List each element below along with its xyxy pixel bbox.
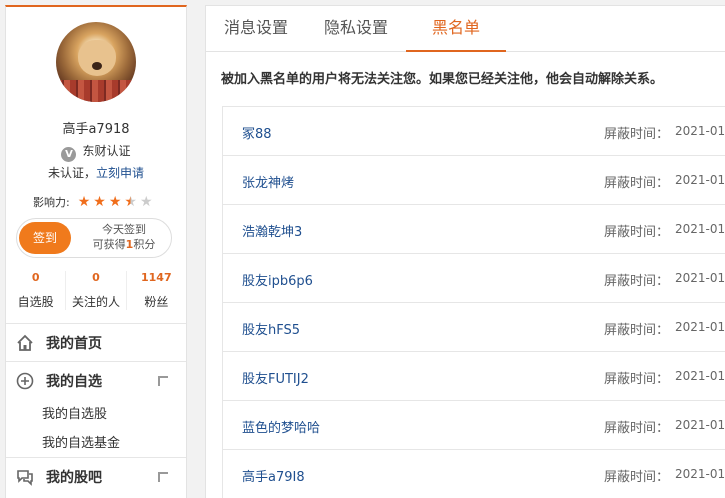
plus-circle-icon bbox=[16, 372, 34, 390]
verified-icon: V bbox=[61, 147, 77, 162]
blacklist-notice: 被加入黑名单的用户将无法关注您。如果您已经关注他，他会自动解除关系。 bbox=[221, 72, 664, 87]
stat-following[interactable]: 0 关注的人 bbox=[66, 271, 127, 310]
menu-watchlist: 我的自选 我的自选股 我的自选基金 bbox=[6, 361, 186, 458]
stat-fans[interactable]: 1147 粉丝 bbox=[127, 271, 186, 310]
block-time-value: 2021-01- bbox=[675, 418, 725, 432]
star-icon: ★ bbox=[108, 194, 122, 210]
blacklist-row: 浩瀚乾坤3 屏蔽时间： 2021-01- bbox=[223, 205, 725, 254]
blacklist-table: 冢88 屏蔽时间： 2021-01- 张龙神烤 屏蔽时间： 2021-01- 浩瀚乾坤3 屏蔽… bbox=[222, 106, 725, 498]
chat-icon bbox=[17, 470, 33, 486]
collapse-arrow-icon[interactable] bbox=[158, 376, 168, 386]
blacklist-username[interactable]: 冢88 bbox=[242, 123, 272, 142]
checkin-line1: 今天签到 bbox=[102, 223, 146, 236]
certification: V 东财认证 bbox=[6, 142, 186, 162]
block-time-label: 屏蔽时间： bbox=[604, 372, 670, 387]
settings-panel: 消息设置 隐私设置 黑名单 被加入黑名单的用户将无法关注您。如果您已经关注他，他… bbox=[205, 5, 725, 498]
menu-home-label: 我的首页 bbox=[46, 336, 102, 352]
avatar-face bbox=[78, 40, 116, 76]
tab-message-settings[interactable]: 消息设置 bbox=[206, 6, 306, 52]
menu-home[interactable]: 我的首页 bbox=[6, 323, 186, 362]
block-time-value: 2021-01- bbox=[675, 222, 725, 236]
blacklist-row: 冢88 屏蔽时间： 2021-01- bbox=[223, 107, 725, 156]
checkin-reward-text: 今天签到 可获得1积分 bbox=[79, 222, 169, 252]
block-time-label: 屏蔽时间： bbox=[604, 470, 670, 485]
block-time-label: 屏蔽时间： bbox=[604, 274, 670, 289]
block-time-label: 屏蔽时间： bbox=[604, 225, 670, 240]
blacklist-username[interactable]: 股友ipb6p6 bbox=[242, 270, 313, 289]
influence-label: 影响力: bbox=[33, 196, 70, 209]
menu-watchlist-stocks[interactable]: 我的自选股 bbox=[6, 400, 186, 429]
blacklist-row: 股友ipb6p6 屏蔽时间： 2021-01- bbox=[223, 254, 725, 303]
menu-home-head[interactable]: 我的首页 bbox=[6, 324, 186, 362]
blacklist-username[interactable]: 张龙神烤 bbox=[242, 172, 294, 191]
menu-forum: 我的股吧 bbox=[6, 457, 186, 496]
menu-forum-label: 我的股吧 bbox=[46, 470, 102, 486]
collapse-arrow-icon[interactable] bbox=[158, 472, 168, 482]
blacklist-username[interactable]: 蓝色的梦哈哈 bbox=[242, 417, 320, 436]
menu-watchlist-label: 我的自选 bbox=[46, 374, 102, 390]
blacklist-username[interactable]: 浩瀚乾坤3 bbox=[242, 221, 302, 240]
home-icon bbox=[17, 334, 33, 351]
influence-stars: ★ ★ ★ ★ ★ bbox=[78, 195, 153, 209]
avatar-blanket bbox=[56, 80, 136, 102]
block-time-label: 屏蔽时间： bbox=[604, 323, 670, 338]
blacklist-username[interactable]: 股友hFS5 bbox=[242, 319, 300, 338]
block-time-value: 2021-01- bbox=[675, 124, 725, 138]
blacklist-row: 张龙神烤 屏蔽时间： 2021-01- bbox=[223, 156, 725, 205]
checkin-line2: 可获得1积分 bbox=[92, 238, 156, 251]
blacklist-row: 股友FUTIJ2 屏蔽时间： 2021-01- bbox=[223, 352, 725, 401]
uncertified-label: 未认证， bbox=[47, 166, 96, 180]
blacklist-row: 蓝色的梦哈哈 屏蔽时间： 2021-01- bbox=[223, 401, 725, 450]
certification-label: 东财认证 bbox=[82, 144, 131, 158]
tab-privacy-settings[interactable]: 隐私设置 bbox=[306, 6, 406, 52]
profile-sidebar: 高手a7918 V 东财认证 未认证，立刻申请 影响力: ★ ★ ★ ★ ★ 签到 今天签… bbox=[5, 5, 187, 498]
blacklist-row: 高手a79I8 屏蔽时间： 2021-01- bbox=[223, 450, 725, 498]
influence-rating: 影响力: ★ ★ ★ ★ ★ bbox=[33, 194, 153, 210]
star-icon: ★ bbox=[124, 194, 137, 210]
checkin-button[interactable]: 签到 bbox=[19, 222, 71, 254]
menu-watchlist-funds[interactable]: 我的自选基金 bbox=[6, 429, 186, 458]
tab-blacklist[interactable]: 黑名单 bbox=[406, 6, 506, 52]
block-time-value: 2021-01- bbox=[675, 369, 725, 383]
uncertified-status: 未认证，立刻申请 bbox=[6, 164, 186, 181]
blacklist-username[interactable]: 高手a79I8 bbox=[242, 466, 305, 485]
blacklist-username[interactable]: 股友FUTIJ2 bbox=[242, 368, 309, 387]
menu-forum-head[interactable]: 我的股吧 bbox=[6, 458, 186, 496]
star-icon: ★ bbox=[93, 194, 106, 210]
menu-watchlist-head[interactable]: 我的自选 bbox=[6, 362, 186, 400]
block-time-value: 2021-01- bbox=[675, 320, 725, 334]
block-time-value: 2021-01- bbox=[675, 173, 725, 187]
apply-link[interactable]: 立刻申请 bbox=[96, 166, 144, 180]
block-time-label: 屏蔽时间： bbox=[604, 127, 670, 142]
user-stats: 0 自选股 0 关注的人 1147 粉丝 bbox=[6, 271, 186, 310]
settings-tabs: 消息设置 隐私设置 黑名单 bbox=[206, 6, 725, 52]
avatar-nose bbox=[92, 62, 102, 70]
block-time-value: 2021-01- bbox=[675, 271, 725, 285]
block-time-label: 屏蔽时间： bbox=[604, 421, 670, 436]
avatar[interactable] bbox=[56, 22, 136, 102]
star-icon: ★ bbox=[77, 194, 91, 210]
blacklist-row: 股友hFS5 屏蔽时间： 2021-01- bbox=[223, 303, 725, 352]
star-icon: ★ bbox=[139, 194, 153, 210]
block-time-value: 2021-01- bbox=[675, 467, 725, 481]
username[interactable]: 高手a7918 bbox=[6, 118, 186, 137]
block-time-label: 屏蔽时间： bbox=[604, 176, 670, 191]
stat-watchlist[interactable]: 0 自选股 bbox=[6, 271, 67, 310]
checkin-box: 签到 今天签到 可获得1积分 bbox=[16, 218, 172, 258]
